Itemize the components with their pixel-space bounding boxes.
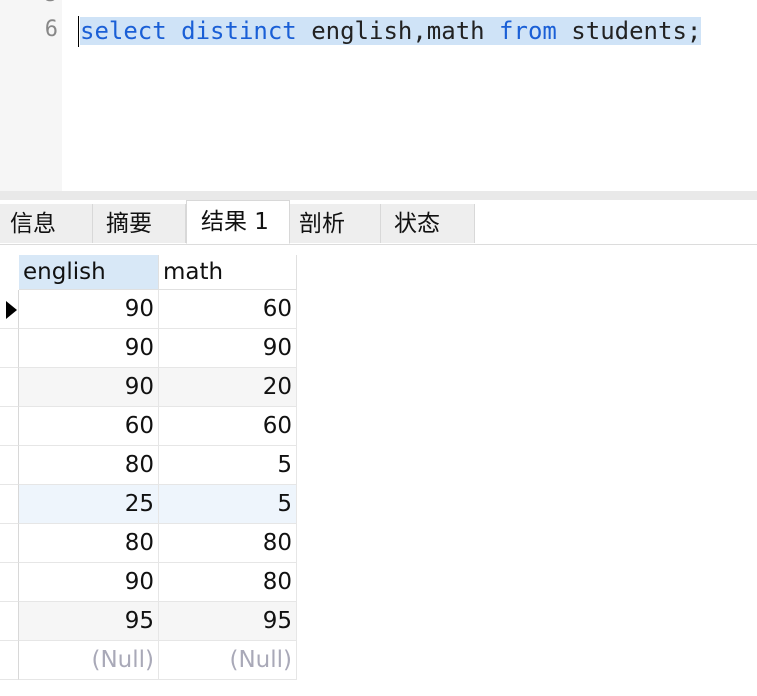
cell-math[interactable]: 95 [159, 602, 297, 641]
cell-math[interactable]: 5 [159, 446, 297, 485]
row-indicator[interactable] [0, 407, 19, 446]
cell-english[interactable]: 60 [19, 407, 159, 446]
row-indicator[interactable] [0, 368, 19, 407]
row-indicator[interactable] [0, 524, 19, 563]
cell-math[interactable]: 80 [159, 524, 297, 563]
cell-math[interactable]: 90 [159, 329, 297, 368]
line-number-gutter: 5 6 [0, 0, 62, 191]
row-indicator[interactable] [0, 563, 19, 602]
cell-math[interactable]: 80 [159, 563, 297, 602]
cell-english[interactable]: 95 [19, 602, 159, 641]
keyword-distinct: distinct [181, 17, 297, 45]
table-row[interactable]: 90 20 [0, 368, 297, 407]
column-header-math[interactable]: math [159, 255, 297, 290]
cell-english[interactable]: 90 [19, 368, 159, 407]
cell-english[interactable]: 90 [19, 329, 159, 368]
text-caret [78, 16, 79, 47]
cell-english[interactable]: 80 [19, 446, 159, 485]
tab-status[interactable]: 状态 [381, 204, 475, 243]
row-indicator[interactable] [0, 485, 19, 524]
cell-english[interactable]: 90 [19, 563, 159, 602]
splitter[interactable] [0, 191, 757, 200]
cell-math[interactable]: 20 [159, 368, 297, 407]
tab-profile[interactable]: 剖析 [289, 204, 381, 243]
cell-english[interactable]: 90 [19, 290, 159, 329]
keyword-select: select [80, 17, 167, 45]
table-row[interactable]: (Null) (Null) [0, 641, 297, 680]
table-row[interactable]: 95 95 [0, 602, 297, 641]
row-indicator[interactable] [0, 329, 19, 368]
column-header-english[interactable]: english [19, 255, 159, 290]
column-list: english,math [311, 17, 485, 45]
cell-english[interactable]: 80 [19, 524, 159, 563]
current-row-arrow-icon [6, 301, 17, 319]
table-row[interactable]: 90 60 [0, 290, 297, 329]
line-number-6: 6 [44, 17, 58, 42]
cell-math[interactable]: (Null) [159, 641, 297, 680]
cell-math[interactable]: 60 [159, 407, 297, 446]
code-line-6[interactable]: select distinct english,math from studen… [78, 15, 703, 48]
row-indicator[interactable] [0, 641, 19, 680]
row-indicator[interactable] [0, 602, 19, 641]
tab-info[interactable]: 信息 [0, 204, 93, 243]
table-row[interactable]: 80 80 [0, 524, 297, 563]
cell-english[interactable]: 25 [19, 485, 159, 524]
table-row[interactable]: 80 5 [0, 446, 297, 485]
tab-result-1[interactable]: 结果 1 [186, 200, 290, 244]
query-window: 5 6 select distinct english,math from st… [0, 0, 757, 696]
line-number-5: 5 [8, 0, 58, 7]
sql-editor[interactable]: 5 6 select distinct english,math from st… [0, 0, 757, 191]
result-tabbar: 信息 摘要 剖析 状态 结果 1 [0, 200, 757, 245]
tab-summary[interactable]: 摘要 [93, 204, 186, 243]
table-row[interactable]: 60 60 [0, 407, 297, 446]
table-row[interactable]: 25 5 [0, 485, 297, 524]
table-row[interactable]: 90 90 [0, 329, 297, 368]
cell-math[interactable]: 60 [159, 290, 297, 329]
code-area[interactable]: select distinct english,math from studen… [62, 0, 757, 191]
row-indicator[interactable] [0, 290, 19, 329]
cell-math[interactable]: 5 [159, 485, 297, 524]
cell-english[interactable]: (Null) [19, 641, 159, 680]
table-row[interactable]: 90 80 [0, 563, 297, 602]
table-name: students; [571, 17, 702, 45]
row-indicator[interactable] [0, 446, 19, 485]
keyword-from: from [499, 17, 557, 45]
